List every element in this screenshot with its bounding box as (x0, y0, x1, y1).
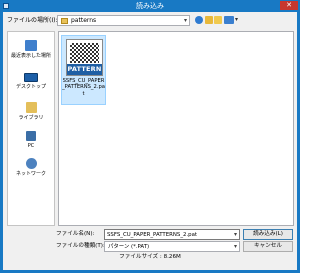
file-list[interactable]: PATTERN SSFS_CU_PAPER_PATTERNS_2.pat (58, 31, 294, 226)
pc-icon (26, 131, 36, 141)
filetype-value: パターン (*.PAT) (108, 244, 150, 250)
chevron-down-icon[interactable]: ▾ (234, 243, 237, 251)
filename-input[interactable] (105, 230, 223, 239)
library-icon (25, 102, 37, 113)
place-network[interactable]: ネットワーク (8, 158, 54, 177)
filename-field[interactable]: ▾ (104, 229, 240, 240)
title-bar[interactable]: 読み込み ✕ (0, 0, 300, 12)
thumbnail-label: PATTERN (67, 64, 102, 75)
view-menu-arrow-icon[interactable]: ▾ (235, 16, 238, 24)
place-pc[interactable]: PC (8, 131, 54, 149)
filetype-label: ファイルの種類(T): (56, 243, 105, 249)
open-button[interactable]: 読み込み(L) (243, 229, 293, 240)
place-library[interactable]: ライブラリ (8, 102, 54, 121)
recent-places-icon (25, 40, 37, 51)
desktop-icon (24, 73, 38, 82)
file-size-info: ファイルサイズ : 8.26M (119, 254, 181, 260)
close-button[interactable]: ✕ (280, 1, 298, 10)
place-label: ライブラリ (18, 115, 44, 121)
dialog-title: 読み込み (136, 2, 164, 10)
cancel-button[interactable]: キャンセル (243, 241, 293, 252)
place-desktop[interactable]: デスクトップ (8, 73, 54, 90)
filename-label: ファイル名(N): (56, 231, 95, 237)
look-in-value: patterns (71, 17, 97, 24)
network-icon (25, 158, 37, 169)
pattern-thumbnail: PATTERN (66, 39, 103, 76)
place-label: ネットワーク (15, 171, 46, 177)
view-menu-icon[interactable] (224, 16, 234, 24)
place-recent[interactable]: 最近表示した場所 (8, 40, 54, 59)
file-item[interactable]: PATTERN SSFS_CU_PAPER_PATTERNS_2.pat (61, 35, 106, 105)
chevron-down-icon[interactable]: ▾ (234, 231, 237, 239)
chevron-down-icon[interactable]: ▾ (184, 17, 187, 25)
places-bar: 最近表示した場所 デスクトップ ライブラリ PC ネットワーク (7, 31, 55, 226)
up-folder-icon[interactable] (205, 16, 213, 24)
filetype-dropdown[interactable]: パターン (*.PAT) ▾ (104, 241, 240, 252)
dialog-body: ファイルの場所(I): patterns ▾ ▾ 最近表示した場所 デスクトップ… (3, 12, 297, 270)
checker-pattern-icon (70, 43, 99, 63)
place-label: デスクトップ (15, 84, 46, 90)
folder-icon (61, 18, 68, 24)
look-in-dropdown[interactable]: patterns ▾ (57, 15, 190, 26)
file-name: SSFS_CU_PAPER_PATTERNS_2.pat (62, 78, 105, 97)
look-in-label: ファイルの場所(I): (7, 17, 58, 24)
place-label: 最近表示した場所 (10, 53, 51, 59)
new-folder-icon[interactable] (214, 16, 222, 24)
dialog-window: 読み込み ✕ ファイルの場所(I): patterns ▾ ▾ 最近表示した場所… (0, 0, 300, 273)
place-label: PC (27, 143, 35, 149)
back-icon[interactable] (195, 16, 203, 24)
